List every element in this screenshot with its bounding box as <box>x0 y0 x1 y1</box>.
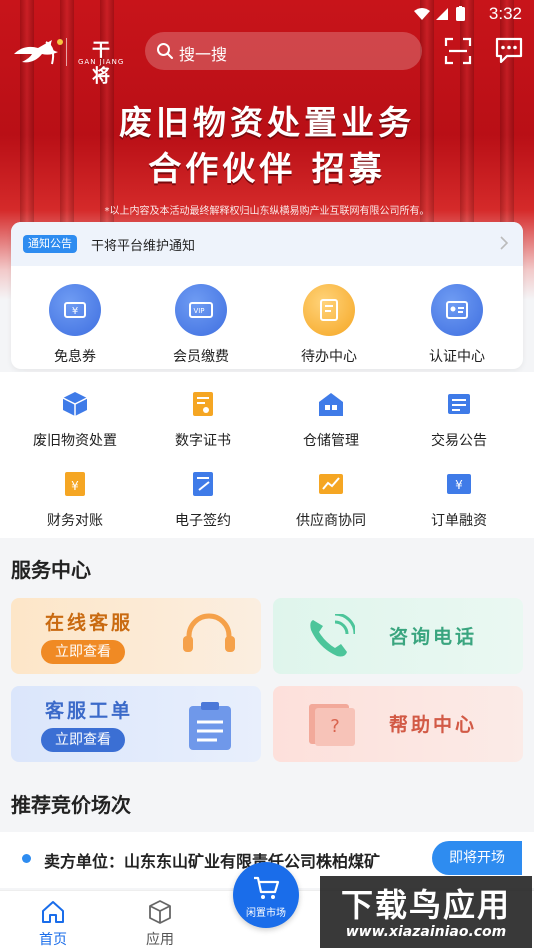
grid-item-warehouse[interactable]: 仓储管理 <box>266 372 396 449</box>
phone-consult-title: 咨询电话 <box>389 626 478 648</box>
notice-bar[interactable]: 通知公告 干将平台维护通知 <box>11 222 523 266</box>
logo-mark-icon <box>14 39 63 65</box>
nav-market-label: 闲置市场 <box>246 908 286 919</box>
grid-label: 交易公告 <box>431 433 487 449</box>
ticket-button[interactable]: 立即查看 <box>41 728 125 752</box>
grid-label: 废旧物资处置 <box>33 433 117 449</box>
quick-coupon[interactable]: ¥ 免息券 <box>25 284 125 368</box>
banner-subheadline: 合作伙伴 招募 <box>148 149 386 188</box>
nav-market-button[interactable]: 闲置市场 <box>233 862 299 928</box>
quick-certification[interactable]: 认证中心 <box>407 284 507 368</box>
grid-item-announcement[interactable]: 交易公告 <box>394 372 524 449</box>
phone-icon <box>310 614 355 657</box>
logo-subtext: GAN JIANG <box>78 58 125 66</box>
quick-vip[interactable]: VIP 会员缴费 <box>151 284 251 368</box>
announcement-icon <box>448 394 470 414</box>
service-center-title: 服务中心 <box>11 558 91 582</box>
message-icon[interactable] <box>494 35 524 65</box>
todo-icon <box>303 284 355 336</box>
auction-seller: 卖方单位：山东东山矿业有限责任公司株柏煤矿 <box>44 852 381 871</box>
vip-card-icon: VIP <box>175 284 227 336</box>
nav-home-label: 首页 <box>39 932 67 948</box>
notice-text: 干将平台维护通知 <box>91 239 196 254</box>
watermark-url: www.xiazainiao.com <box>345 924 507 940</box>
watermark: 下载鸟应用 www.xiazainiao.com <box>320 876 532 948</box>
watermark-title: 下载鸟应用 <box>340 886 511 924</box>
quick-access-card: 通知公告 干将平台维护通知 ¥ 免息券 VIP 会员缴费 待办中心 认证中心 <box>11 222 523 369</box>
top-bar: 干将 GAN JIANG 搜一搜 <box>0 32 534 87</box>
headset-icon <box>183 613 235 652</box>
help-center-card[interactable]: ? 帮助中心 <box>273 686 523 762</box>
banner-disclaimer: *以上内容及本活动最终解释权归山东纵横易购产业互联网有限公司所有。 <box>104 206 430 217</box>
status-icons <box>414 6 465 21</box>
grid-item-financing[interactable]: ¥ 订单融资 <box>394 452 524 529</box>
scan-icon[interactable] <box>444 37 472 65</box>
quick-label: 认证中心 <box>429 349 485 365</box>
grid-label: 数字证书 <box>175 433 231 449</box>
online-service-title: 在线客服 <box>45 612 134 634</box>
help-book-icon: ? <box>309 704 355 746</box>
nav-home[interactable]: 首页 <box>13 891 93 950</box>
svg-text:¥: ¥ <box>455 478 463 492</box>
auction-section-title: 推荐竞价场次 <box>11 793 131 817</box>
search-bar[interactable]: 搜一搜 <box>145 32 422 70</box>
quick-todo[interactable]: 待办中心 <box>279 284 379 368</box>
function-grid: 废旧物资处置 数字证书 仓储管理 交易公告 ¥ 财务对账 电子签约 供应商协同 … <box>0 372 534 538</box>
cart-icon <box>254 876 280 899</box>
e-sign-icon <box>193 472 213 496</box>
cube-icon <box>149 900 171 924</box>
grid-label: 电子签约 <box>175 513 231 529</box>
chevron-right-icon <box>500 236 509 250</box>
certificate-icon <box>193 392 213 416</box>
finance-icon: ¥ <box>65 472 85 496</box>
grid-item-finance[interactable]: ¥ 财务对账 <box>10 452 140 529</box>
svg-text:?: ? <box>330 716 340 737</box>
box-icon <box>62 392 88 416</box>
status-time: 3:32 <box>488 4 522 23</box>
grid-item-supplier[interactable]: 供应商协同 <box>266 452 396 529</box>
clipboard-icon <box>189 702 231 750</box>
banner-headline: 废旧物资处置业务 <box>119 103 415 142</box>
logo-divider <box>66 38 67 66</box>
grid-label: 供应商协同 <box>296 513 366 529</box>
warehouse-icon <box>319 393 343 416</box>
ticket-card[interactable]: 客服工单 立即查看 <box>11 686 261 762</box>
quick-label: 待办中心 <box>301 349 357 365</box>
bullet-dot <box>22 854 31 863</box>
online-service-button[interactable]: 立即查看 <box>41 640 125 664</box>
online-service-card[interactable]: 在线客服 立即查看 <box>11 598 261 674</box>
grid-label: 订单融资 <box>431 513 487 529</box>
grid-label: 财务对账 <box>47 513 103 529</box>
grid-item-esign[interactable]: 电子签约 <box>138 452 268 529</box>
help-center-title: 帮助中心 <box>389 714 478 736</box>
grid-item-certificate[interactable]: 数字证书 <box>138 372 268 449</box>
search-icon <box>157 43 173 59</box>
svg-text:¥: ¥ <box>71 479 79 493</box>
svg-text:¥: ¥ <box>72 306 78 317</box>
notice-badge: 通知公告 <box>23 235 77 253</box>
app-logo: 干将 GAN JIANG <box>12 34 127 87</box>
chart-icon <box>319 474 343 494</box>
svg-text:VIP: VIP <box>193 307 204 315</box>
yen-icon: ¥ <box>447 474 471 494</box>
status-bar: 3:32 <box>0 0 534 28</box>
search-placeholder: 搜一搜 <box>179 45 228 64</box>
nav-apps[interactable]: 应用 <box>120 891 200 950</box>
coupon-icon: ¥ <box>49 284 101 336</box>
home-icon <box>42 901 64 923</box>
nav-apps-label: 应用 <box>146 932 174 948</box>
grid-item-recycling[interactable]: 废旧物资处置 <box>10 372 140 449</box>
auction-status-button[interactable]: 即将开场 <box>432 841 522 875</box>
grid-label: 仓储管理 <box>303 433 359 449</box>
quick-label: 会员缴费 <box>173 349 229 365</box>
ticket-title: 客服工单 <box>45 700 134 722</box>
quick-label: 免息券 <box>54 349 96 365</box>
phone-consult-card[interactable]: 咨询电话 <box>273 598 523 674</box>
id-card-icon <box>431 284 483 336</box>
